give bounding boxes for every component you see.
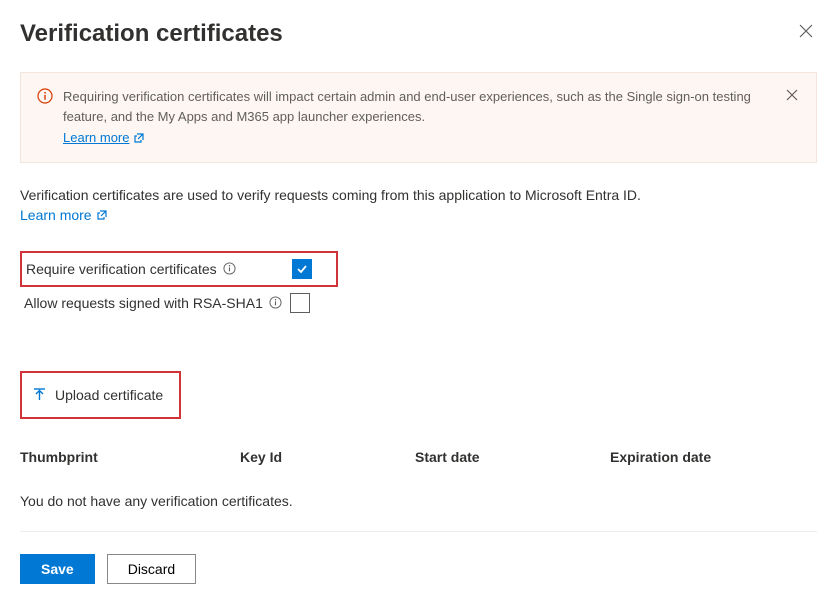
learn-more-label: Learn more — [20, 207, 92, 223]
column-expiration-date[interactable]: Expiration date — [610, 449, 817, 465]
close-button[interactable] — [795, 20, 817, 42]
close-icon — [786, 89, 798, 101]
divider — [20, 531, 817, 532]
banner-close-button[interactable] — [784, 87, 800, 103]
allow-rsa-sha1-checkbox[interactable] — [290, 293, 310, 313]
info-icon[interactable] — [269, 296, 282, 309]
column-keyid[interactable]: Key Id — [240, 449, 415, 465]
allow-rsa-sha1-row: Allow requests signed with RSA-SHA1 — [20, 287, 817, 319]
save-button[interactable]: Save — [20, 554, 95, 584]
info-warning-icon — [37, 88, 53, 104]
require-verification-row: Require verification certificates — [20, 251, 338, 287]
learn-more-link[interactable]: Learn more — [20, 207, 108, 223]
require-verification-checkbox[interactable] — [292, 259, 312, 279]
upload-certificate-button[interactable]: Upload certificate — [28, 383, 167, 407]
external-link-icon — [96, 209, 108, 221]
upload-icon — [32, 387, 47, 402]
banner-learn-more-label: Learn more — [63, 128, 129, 148]
certificates-table: Thumbprint Key Id Start date Expiration … — [20, 449, 817, 532]
external-link-icon — [133, 132, 145, 144]
column-start-date[interactable]: Start date — [415, 449, 610, 465]
empty-state-text: You do not have any verification certifi… — [20, 475, 817, 531]
info-icon[interactable] — [223, 262, 236, 275]
page-title: Verification certificates — [20, 20, 283, 48]
warning-banner: Requiring verification certificates will… — [20, 72, 817, 163]
allow-rsa-sha1-label: Allow requests signed with RSA-SHA1 — [24, 295, 263, 311]
table-header-row: Thumbprint Key Id Start date Expiration … — [20, 449, 817, 475]
banner-learn-more-link[interactable]: Learn more — [63, 128, 145, 148]
upload-certificate-label: Upload certificate — [55, 387, 163, 403]
close-icon — [799, 24, 813, 38]
description-text: Verification certificates are used to ve… — [20, 187, 817, 203]
require-verification-label: Require verification certificates — [26, 261, 217, 277]
discard-button[interactable]: Discard — [107, 554, 196, 584]
check-icon — [296, 263, 308, 275]
column-thumbprint[interactable]: Thumbprint — [20, 449, 240, 465]
banner-text: Requiring verification certificates will… — [63, 89, 751, 124]
